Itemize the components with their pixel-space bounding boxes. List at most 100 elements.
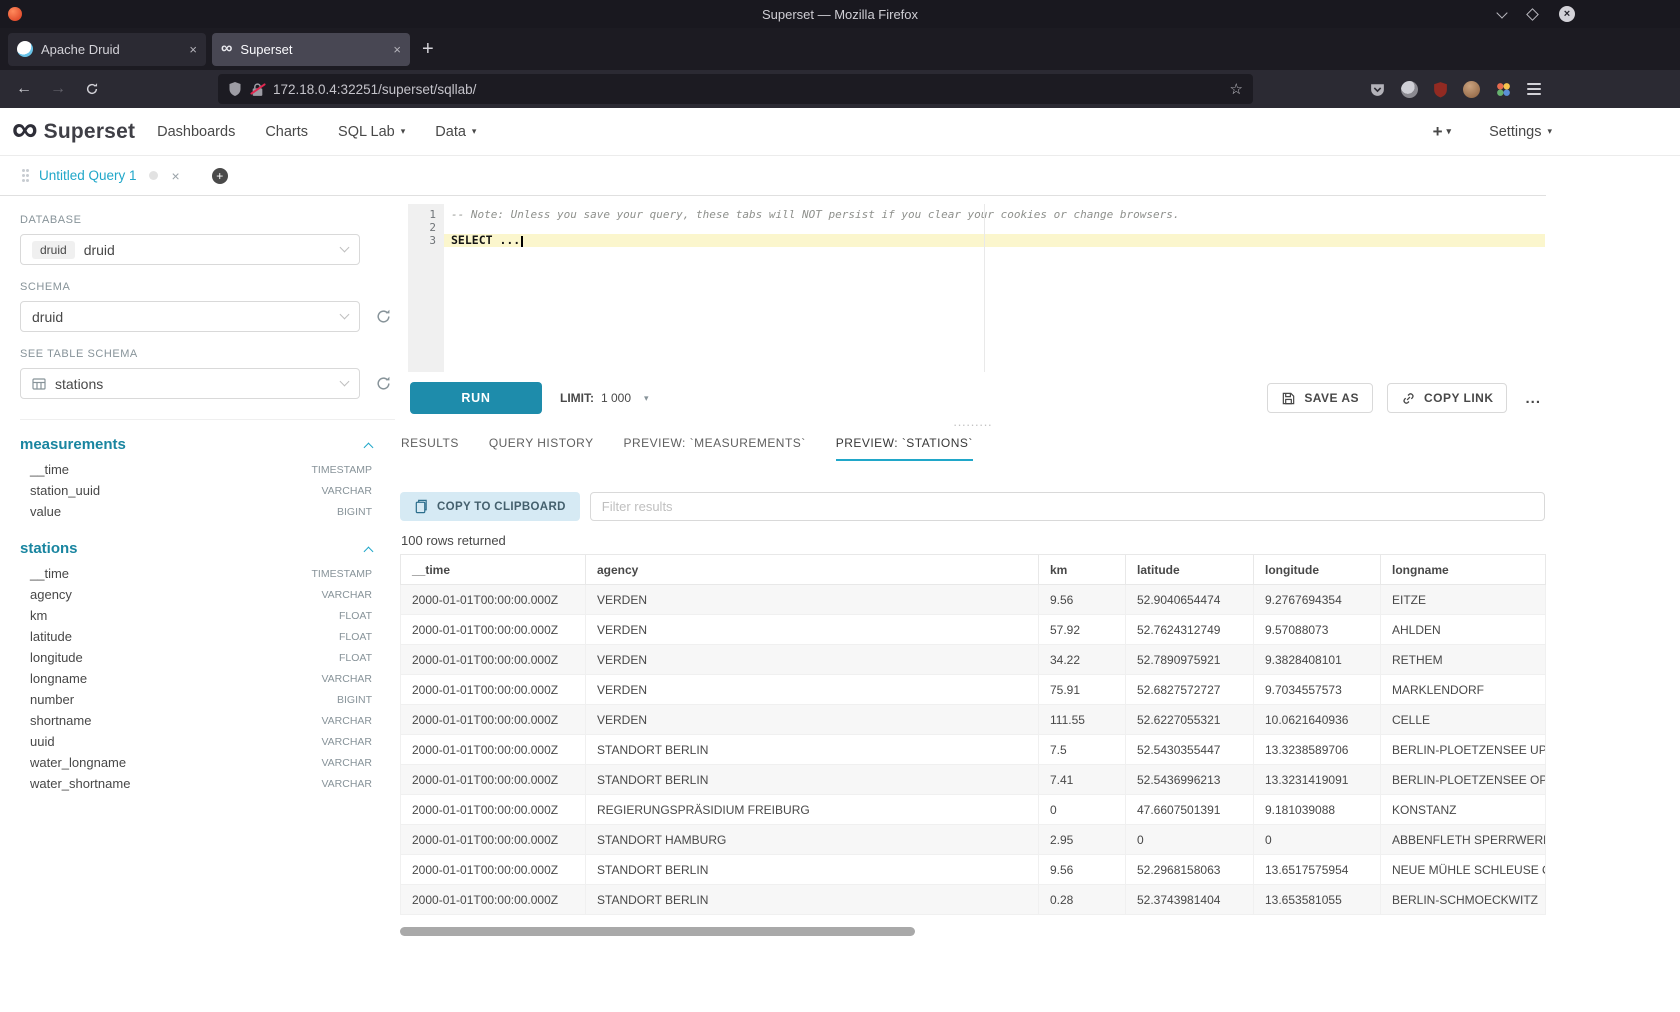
- results-cell: 52.7890975921: [1126, 645, 1254, 675]
- results-column-header[interactable]: km: [1039, 555, 1126, 585]
- results-cell: 13.6517575954: [1254, 855, 1381, 885]
- sql-editor-tab-bar: Untitled Query 1 × +: [0, 156, 1546, 196]
- bookmark-star-icon[interactable]: ☆: [1230, 80, 1243, 98]
- menu-icon[interactable]: [1527, 83, 1541, 95]
- horizontal-scrollbar[interactable]: [400, 927, 1545, 936]
- superset-logo[interactable]: ∞ Superset: [12, 120, 135, 144]
- browser-tab-superset[interactable]: ∞ Superset ×: [212, 33, 410, 66]
- database-select[interactable]: druid druid: [20, 234, 360, 265]
- results-cell: 13.3231419091: [1254, 765, 1381, 795]
- forward-button[interactable]: →: [44, 75, 72, 103]
- tracking-shield-icon[interactable]: [228, 81, 242, 97]
- window-close-button[interactable]: ×: [1559, 6, 1575, 22]
- more-options-button[interactable]: ...: [1521, 390, 1545, 407]
- nav-sql-lab[interactable]: SQL Lab▾: [338, 124, 405, 140]
- add-query-tab-button[interactable]: +: [212, 168, 228, 184]
- url-bar[interactable]: 172.18.0.4:32251/superset/sqllab/ ☆: [218, 74, 1253, 104]
- nav-charts[interactable]: Charts: [265, 124, 308, 140]
- results-cell: 52.6227055321: [1126, 705, 1254, 735]
- table-schema-label: SEE TABLE SCHEMA: [20, 348, 395, 360]
- schema-column-row: longitudeFLOAT: [20, 647, 372, 668]
- run-button[interactable]: RUN: [410, 382, 542, 414]
- schema-column-name: shortname: [30, 713, 91, 728]
- table-section-header[interactable]: measurements: [20, 432, 372, 459]
- results-column-header[interactable]: longname: [1381, 555, 1546, 585]
- save-as-button[interactable]: SAVE AS: [1267, 383, 1373, 413]
- tab-preview-stations[interactable]: PREVIEW: `STATIONS`: [836, 436, 973, 461]
- refresh-table-icon[interactable]: [375, 375, 392, 392]
- browser-tab-druid[interactable]: Apache Druid ×: [8, 33, 206, 66]
- copy-link-button[interactable]: COPY LINK: [1387, 383, 1507, 413]
- adblock-shield-icon[interactable]: [1433, 81, 1448, 98]
- results-cell: AHLDEN: [1381, 615, 1546, 645]
- results-cell: 9.56: [1039, 855, 1126, 885]
- results-cell: 7.5: [1039, 735, 1126, 765]
- copy-to-clipboard-button[interactable]: COPY TO CLIPBOARD: [400, 492, 580, 521]
- results-cell: 57.92: [1039, 615, 1126, 645]
- results-column-header[interactable]: __time: [401, 555, 586, 585]
- schema-column-name: km: [30, 608, 47, 623]
- results-cell: ABBENFLETH SPERRWERK: [1381, 825, 1546, 855]
- scrollbar-thumb[interactable]: [400, 927, 915, 936]
- filter-results-input[interactable]: [590, 492, 1545, 521]
- schema-sidebar: DATABASE druid druid SCHEMA druid: [10, 196, 395, 1012]
- results-column-header[interactable]: latitude: [1126, 555, 1254, 585]
- tab-title: Apache Druid: [41, 42, 181, 57]
- nav-data[interactable]: Data▾: [435, 124, 476, 140]
- results-cell: 52.2968158063: [1126, 855, 1254, 885]
- nav-label: Data: [435, 124, 466, 140]
- results-column-header[interactable]: longitude: [1254, 555, 1381, 585]
- workspace: DATABASE druid druid SCHEMA druid: [0, 196, 1680, 1012]
- sql-toolbar: RUN LIMIT: 1 000 ▾ SAVE AS: [410, 382, 1545, 414]
- settings-menu[interactable]: Settings ▾: [1489, 124, 1552, 140]
- sql-editor[interactable]: 1 2 3 -- Note: Unless you save your quer…: [408, 204, 1545, 372]
- new-tab-button[interactable]: +: [422, 38, 434, 61]
- tab-preview-measurements[interactable]: PREVIEW: `MEASUREMENTS`: [624, 436, 806, 461]
- insecure-lock-icon[interactable]: [251, 82, 264, 97]
- results-cell: BERLIN-PLOETZENSEE UP: [1381, 735, 1546, 765]
- caret-down-icon: ▾: [1547, 126, 1552, 137]
- profile-avatar-icon[interactable]: [1463, 81, 1480, 98]
- pane-resize-handle[interactable]: ·········: [400, 420, 1545, 430]
- window-maximize-icon[interactable]: [1526, 8, 1539, 21]
- results-cell: STANDORT BERLIN: [586, 885, 1039, 915]
- tab-results[interactable]: RESULTS: [401, 436, 459, 461]
- url-text[interactable]: 172.18.0.4:32251/superset/sqllab/: [273, 82, 1221, 97]
- collapse-section-icon[interactable]: [364, 442, 374, 452]
- schema-select[interactable]: druid: [20, 301, 360, 332]
- druid-favicon: [17, 41, 33, 57]
- schema-column-row: water_shortnameVARCHAR: [20, 773, 372, 794]
- results-cell: 2000-01-01T00:00:00.000Z: [401, 765, 586, 795]
- refresh-schema-icon[interactable]: [375, 308, 392, 325]
- tab-drag-handle-icon[interactable]: [22, 169, 25, 172]
- schema-column-row: water_longnameVARCHAR: [20, 752, 372, 773]
- results-row: 2000-01-01T00:00:00.000ZVERDEN9.5652.904…: [401, 585, 1546, 615]
- plus-icon: +: [1433, 122, 1443, 142]
- window-shade-icon[interactable]: [1496, 7, 1507, 18]
- nav-label: SQL Lab: [338, 124, 395, 140]
- table-section-header[interactable]: stations: [20, 536, 372, 563]
- results-column-header[interactable]: agency: [586, 555, 1039, 585]
- editor-code-area[interactable]: -- Note: Unless you save your query, the…: [444, 204, 1545, 372]
- pocket-icon[interactable]: [1369, 81, 1386, 98]
- results-cell: 2000-01-01T00:00:00.000Z: [401, 855, 586, 885]
- reload-button[interactable]: [78, 75, 106, 103]
- query-tab-close-icon[interactable]: ×: [172, 168, 180, 184]
- nav-dashboards[interactable]: Dashboards: [157, 124, 235, 140]
- sql-comment-line: -- Note: Unless you save your query, the…: [444, 208, 1545, 221]
- collapse-section-icon[interactable]: [364, 546, 374, 556]
- limit-dropdown[interactable]: LIMIT: 1 000 ▾: [560, 391, 649, 405]
- extension-colorful-icon[interactable]: [1495, 81, 1512, 98]
- query-tab-title[interactable]: Untitled Query 1: [39, 168, 137, 183]
- tab-query-history[interactable]: QUERY HISTORY: [489, 436, 594, 461]
- limit-value: 1 000: [601, 391, 631, 405]
- schema-column-type: FLOAT: [339, 631, 372, 643]
- back-button[interactable]: ←: [10, 75, 38, 103]
- results-cell: MARKLENDORF: [1381, 675, 1546, 705]
- settings-label: Settings: [1489, 124, 1541, 140]
- tab-close-icon[interactable]: ×: [189, 42, 197, 57]
- extension-icon[interactable]: [1401, 81, 1418, 98]
- table-select[interactable]: stations: [20, 368, 360, 399]
- new-item-button[interactable]: +▾: [1433, 122, 1451, 142]
- tab-close-icon[interactable]: ×: [393, 42, 401, 57]
